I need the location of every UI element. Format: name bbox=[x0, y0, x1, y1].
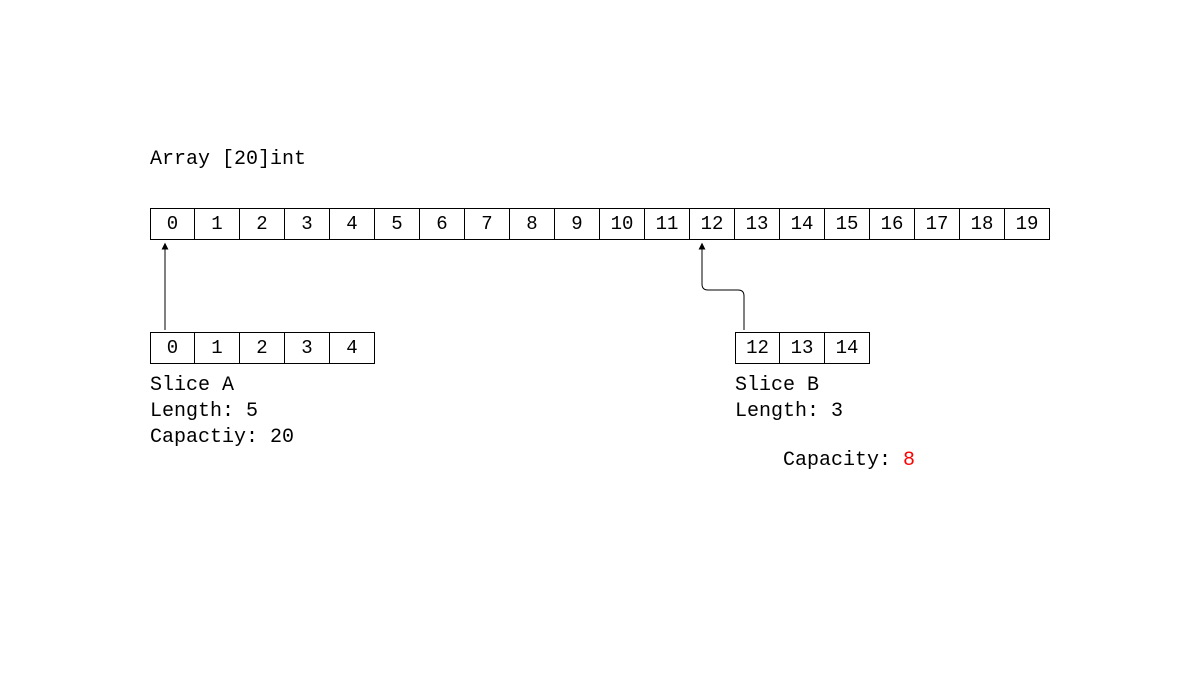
array-cell: 17 bbox=[915, 208, 960, 240]
array-cell: 2 bbox=[240, 208, 285, 240]
slice-b-length: Length: 3 bbox=[735, 400, 843, 423]
array-cell: 10 bbox=[600, 208, 645, 240]
array-row: 0 1 2 3 4 5 6 7 8 9 10 11 12 13 14 15 16… bbox=[150, 208, 1050, 240]
array-cell: 15 bbox=[825, 208, 870, 240]
slice-a-cell: 1 bbox=[195, 332, 240, 364]
array-cell: 4 bbox=[330, 208, 375, 240]
array-cell: 9 bbox=[555, 208, 600, 240]
slice-b-cell: 13 bbox=[780, 332, 825, 364]
array-cell: 14 bbox=[780, 208, 825, 240]
slice-a-cell: 3 bbox=[285, 332, 330, 364]
slice-b-capacity: Capacity: 8 bbox=[735, 426, 915, 495]
slice-a-length: Length: 5 bbox=[150, 400, 258, 423]
slice-b-cell: 14 bbox=[825, 332, 870, 364]
array-cell: 12 bbox=[690, 208, 735, 240]
array-cell: 6 bbox=[420, 208, 465, 240]
array-cell: 5 bbox=[375, 208, 420, 240]
array-cell: 0 bbox=[150, 208, 195, 240]
slice-b-capacity-value: 8 bbox=[903, 449, 915, 472]
array-cell: 8 bbox=[510, 208, 555, 240]
slice-b-cell: 12 bbox=[735, 332, 780, 364]
array-cell: 18 bbox=[960, 208, 1005, 240]
slice-b-capacity-prefix: Capacity: bbox=[783, 449, 903, 472]
slice-b-name: Slice B bbox=[735, 374, 819, 397]
array-cell: 19 bbox=[1005, 208, 1050, 240]
array-cell: 16 bbox=[870, 208, 915, 240]
array-cell: 13 bbox=[735, 208, 780, 240]
array-cell: 11 bbox=[645, 208, 690, 240]
slice-b-row: 12 13 14 bbox=[735, 332, 870, 364]
array-cell: 7 bbox=[465, 208, 510, 240]
slice-a-name: Slice A bbox=[150, 374, 234, 397]
diagram-stage: Array [20]int 0 1 2 3 4 5 6 7 8 9 10 11 … bbox=[0, 0, 1200, 675]
slice-a-capacity: Capactiy: 20 bbox=[150, 426, 294, 449]
array-cell: 1 bbox=[195, 208, 240, 240]
slice-a-cell: 0 bbox=[150, 332, 195, 364]
slice-b-pointer-arrow bbox=[702, 244, 744, 330]
slice-a-cell: 2 bbox=[240, 332, 285, 364]
slice-a-cell: 4 bbox=[330, 332, 375, 364]
array-title: Array [20]int bbox=[150, 148, 306, 171]
array-cell: 3 bbox=[285, 208, 330, 240]
slice-a-row: 0 1 2 3 4 bbox=[150, 332, 375, 364]
